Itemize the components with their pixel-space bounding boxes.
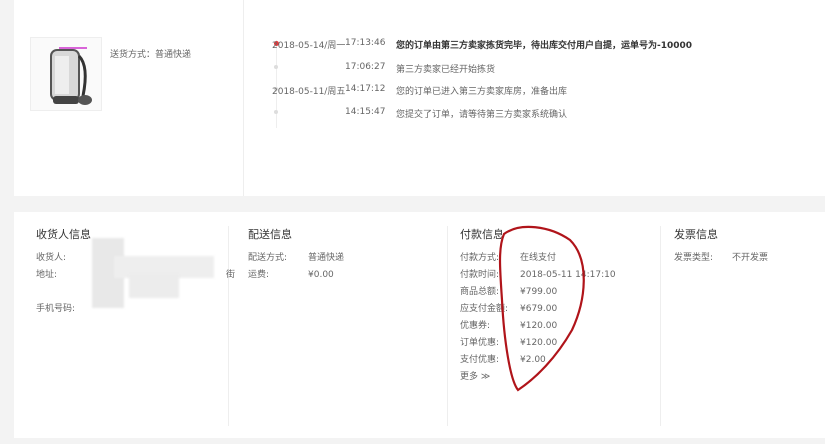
red-circle-annotation bbox=[498, 225, 585, 392]
